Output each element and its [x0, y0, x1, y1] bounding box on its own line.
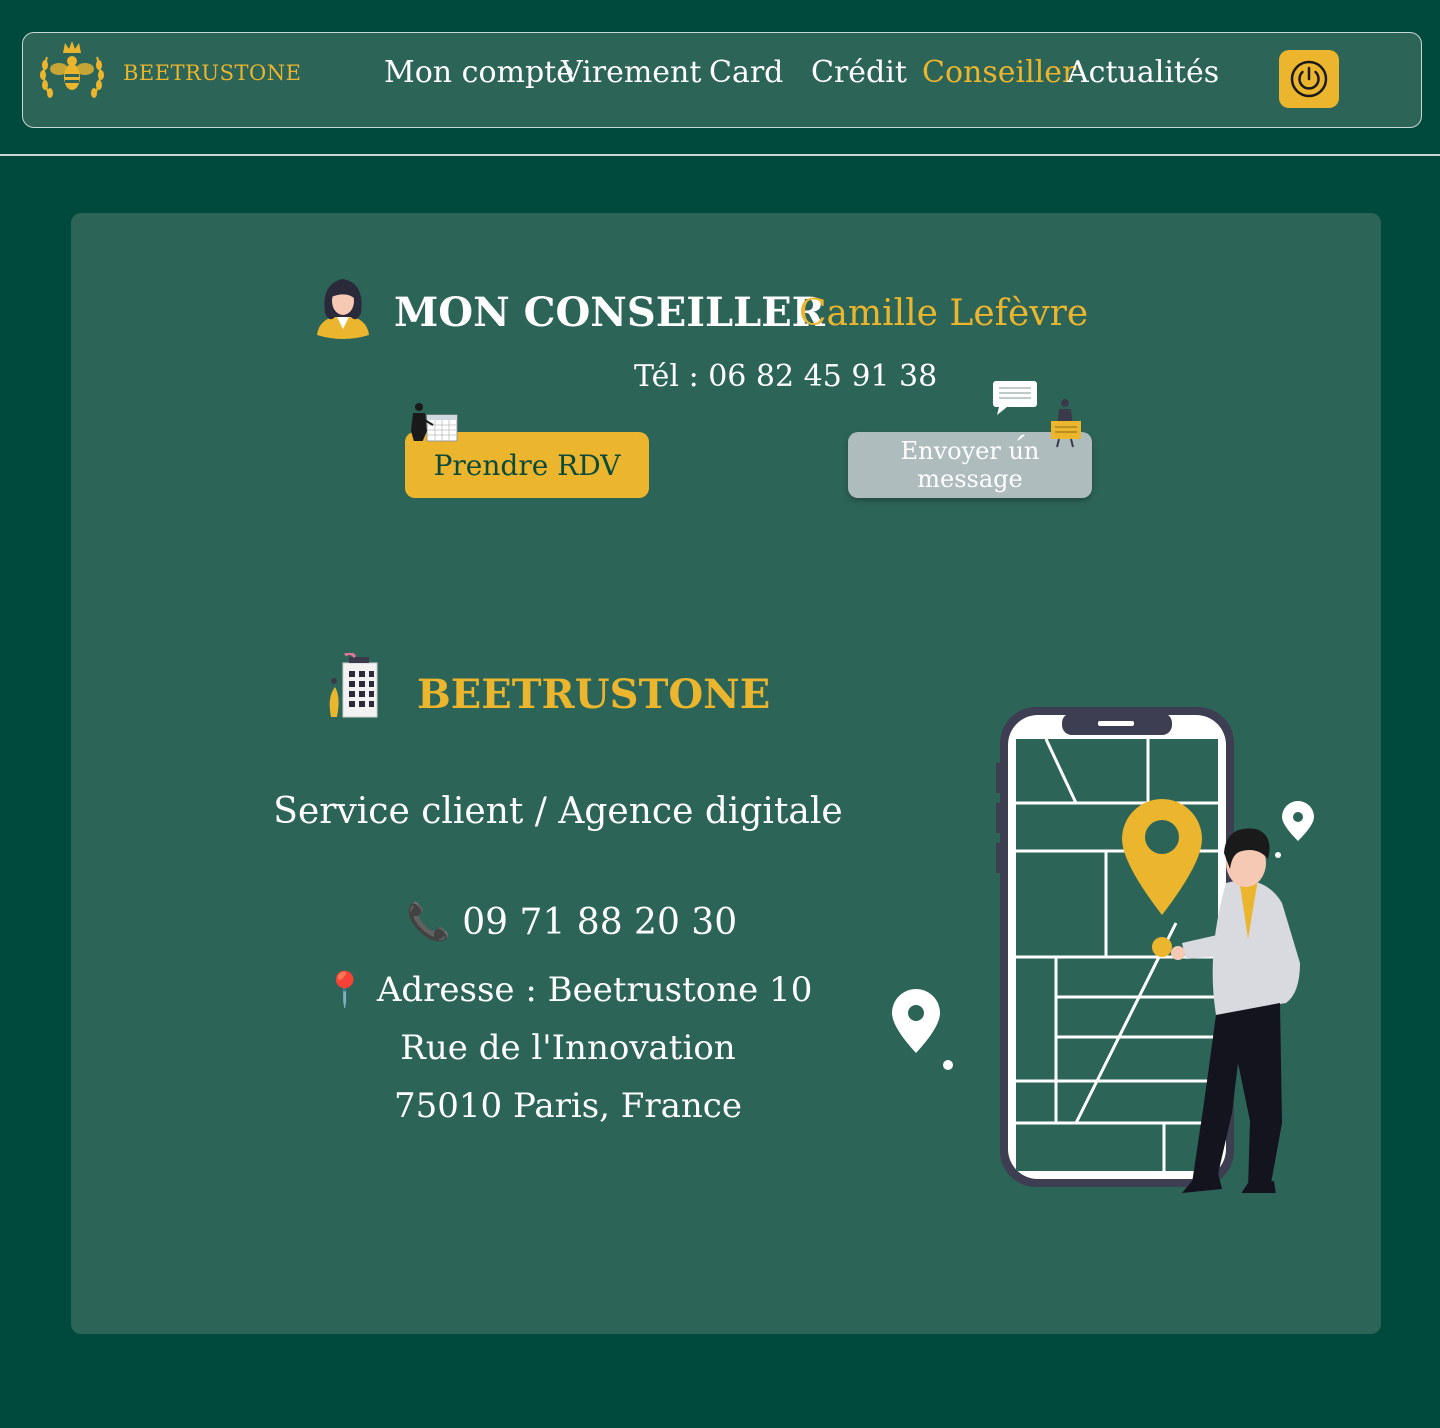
- nav-actualites[interactable]: Actualités: [1067, 55, 1219, 90]
- nav-virement[interactable]: Virement: [561, 55, 701, 90]
- advisor-name: Camille Lefèvre: [799, 293, 1089, 334]
- phone-map-illustration: [892, 707, 1314, 1193]
- advisor-phone[interactable]: Tél : 06 82 45 91 38: [634, 359, 937, 394]
- nav-card[interactable]: Card: [709, 55, 783, 90]
- calendar-person-icon: [409, 403, 458, 447]
- phone-icon: 📞: [406, 902, 451, 943]
- logout-button[interactable]: [1279, 50, 1339, 108]
- nav-mon-compte[interactable]: Mon compte: [384, 55, 574, 90]
- agency-service: Service client / Agence digitale: [273, 791, 843, 832]
- agency-name: BEETRUSTONE: [417, 671, 771, 718]
- address-line-1: Adresse : Beetrustone 10 Rue de l'Innova…: [376, 970, 813, 1068]
- location-pin-icon: 📍: [323, 970, 367, 1010]
- agency-address: 📍 Adresse : Beetrustone 10 Rue de l'Inno…: [288, 961, 848, 1135]
- advisor-section-title: MON CONSEILLER: [394, 289, 825, 336]
- agency-phone-row[interactable]: 📞 09 71 88 20 30: [406, 901, 737, 943]
- bee-logo-icon[interactable]: [37, 39, 107, 109]
- advisor-avatar-icon: [317, 279, 369, 339]
- chat-person-icon: [993, 381, 1081, 448]
- header-divider: [0, 154, 1440, 156]
- power-icon: [1290, 60, 1328, 98]
- nav-conseiller[interactable]: Conseiller: [922, 55, 1076, 90]
- top-navbar: BEETRUSTONE Mon compte Virement Card Cré…: [22, 32, 1422, 128]
- nav-credit[interactable]: Crédit: [811, 55, 907, 90]
- brand-name[interactable]: BEETRUSTONE: [123, 61, 301, 85]
- address-line-2: 75010 Paris, France: [394, 1086, 742, 1126]
- building-icon: [329, 653, 378, 718]
- agency-phone: 09 71 88 20 30: [462, 902, 738, 943]
- advisor-panel: MON CONSEILLER Camille Lefèvre Tél : 06 …: [71, 213, 1381, 1334]
